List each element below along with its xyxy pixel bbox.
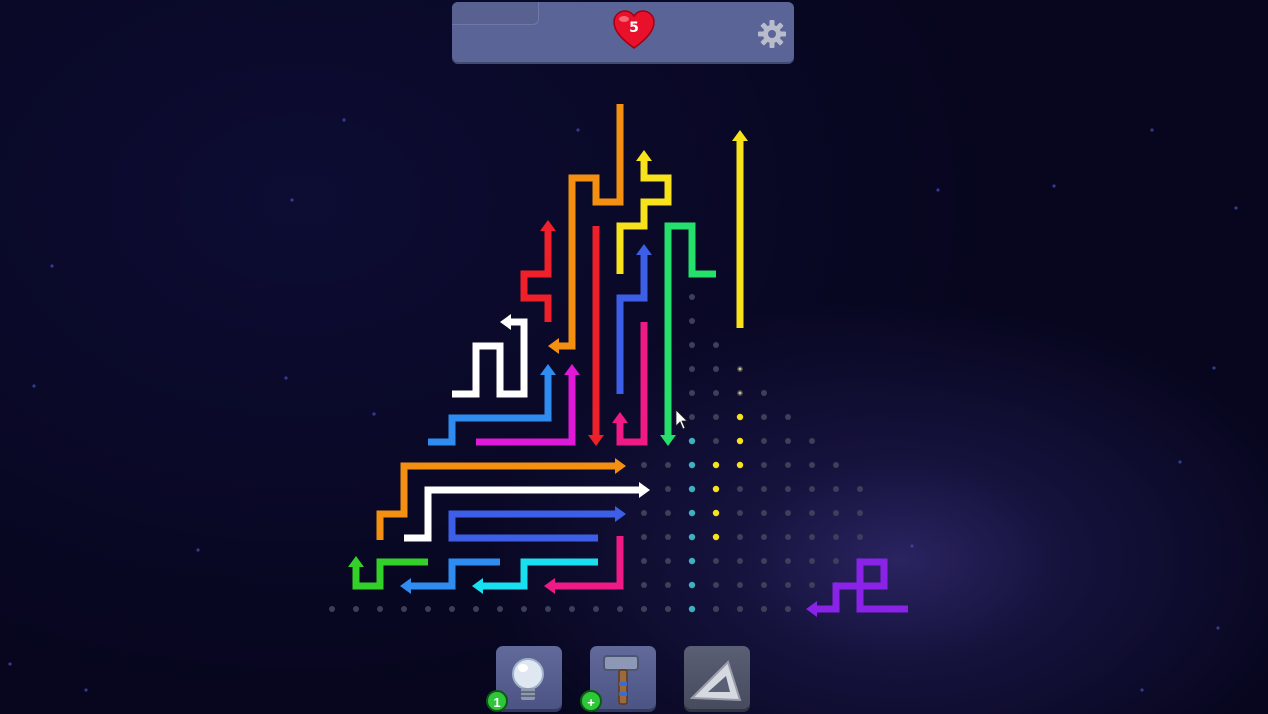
arrow-line-cyan[interactable] bbox=[483, 558, 598, 590]
arrow-line-skyblue[interactable] bbox=[428, 375, 552, 446]
triangle-ruler-icon bbox=[689, 660, 742, 702]
arrow-head-lime[interactable] bbox=[348, 556, 364, 567]
arrow-head-blue[interactable] bbox=[636, 244, 652, 255]
arrow-line-orange[interactable] bbox=[376, 462, 615, 540]
arrow-line-skyblue[interactable] bbox=[411, 558, 500, 590]
arrow-line-white[interactable] bbox=[452, 318, 528, 398]
arrow-head-orange[interactable] bbox=[548, 338, 559, 354]
arrow-head-red[interactable] bbox=[540, 220, 556, 231]
arrow-head-white[interactable] bbox=[500, 314, 511, 330]
arrow-head-white[interactable] bbox=[639, 482, 650, 498]
arrow-line-pink[interactable] bbox=[616, 322, 648, 446]
arrow-head-skyblue[interactable] bbox=[400, 578, 411, 594]
arrow-head-red[interactable] bbox=[588, 435, 604, 446]
arrow-line-lime[interactable] bbox=[352, 558, 428, 590]
arrow-head-cyan[interactable] bbox=[472, 578, 483, 594]
arrow-line-orange[interactable] bbox=[559, 104, 624, 350]
arrow-head-pink[interactable] bbox=[612, 412, 628, 423]
arrow-head-green[interactable] bbox=[660, 435, 676, 446]
puzzle-board bbox=[8, 104, 1238, 692]
arrow-line-blue[interactable] bbox=[448, 510, 615, 542]
arrow-line-blue[interactable] bbox=[616, 255, 648, 394]
arrow-head-magenta[interactable] bbox=[564, 364, 580, 375]
arrow-head-pink[interactable] bbox=[544, 578, 555, 594]
arrow-head-orange[interactable] bbox=[615, 458, 626, 474]
arrow-head-yellow[interactable] bbox=[732, 130, 748, 141]
ruler-button[interactable] bbox=[684, 646, 750, 712]
arrow-paths bbox=[348, 104, 908, 617]
arrow-head-skyblue[interactable] bbox=[540, 364, 556, 375]
arrow-head-yellow[interactable] bbox=[636, 150, 652, 161]
arrow-line-purple[interactable] bbox=[817, 558, 908, 613]
hammer-add-badge[interactable]: + bbox=[580, 690, 602, 712]
hint-count-badge: 1 bbox=[486, 690, 508, 712]
cursor-icon bbox=[675, 409, 688, 430]
arrow-line-red[interactable] bbox=[520, 231, 552, 322]
arrow-head-blue[interactable] bbox=[615, 506, 626, 522]
arrow-head-purple[interactable] bbox=[806, 601, 817, 617]
arrow-line-green[interactable] bbox=[664, 222, 716, 435]
